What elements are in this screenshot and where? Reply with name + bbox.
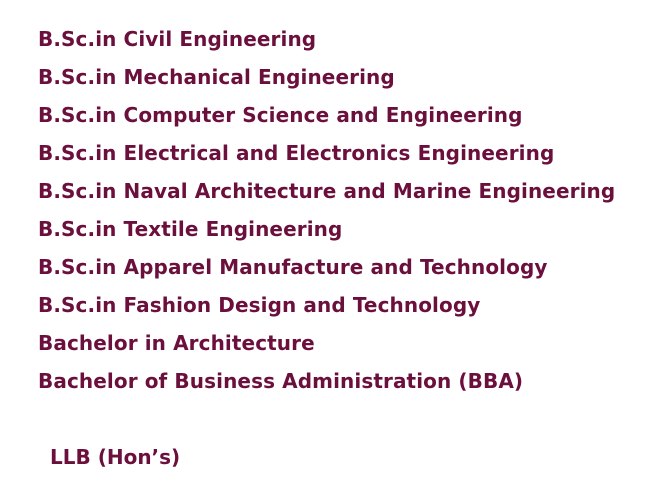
program-item-architecture[interactable]: Bachelor in Architecture [38,330,615,368]
program-list: B.Sc.in Civil Engineering B.Sc.in Mechan… [38,26,615,406]
program-label[interactable]: B.Sc.in Fashion Design and Technology [38,293,480,317]
program-label[interactable]: Bachelor in Architecture [38,331,315,355]
program-item-cse[interactable]: B.Sc.in Computer Science and Engineering [38,102,615,140]
program-item-mechanical[interactable]: B.Sc.in Mechanical Engineering [38,64,615,102]
program-item-bba[interactable]: Bachelor of Business Administration (BBA… [38,368,615,406]
program-item-fashion[interactable]: B.Sc.in Fashion Design and Technology [38,292,615,330]
program-item-civil[interactable]: B.Sc.in Civil Engineering [38,26,615,64]
program-label[interactable]: LLB (Hon’s) [50,445,180,469]
program-item-textile[interactable]: B.Sc.in Textile Engineering [38,216,615,254]
program-label[interactable]: Bachelor of Business Administration (BBA… [38,369,523,393]
program-label[interactable]: B.Sc.in Apparel Manufacture and Technolo… [38,255,548,279]
program-label[interactable]: B.Sc.in Mechanical Engineering [38,65,395,89]
program-label[interactable]: B.Sc.in Computer Science and Engineering [38,103,523,127]
program-label[interactable]: B.Sc.in Naval Architecture and Marine En… [38,179,615,203]
program-item-llb[interactable]: LLB (Hon’s) [50,444,180,470]
program-label[interactable]: B.Sc.in Electrical and Electronics Engin… [38,141,554,165]
program-label[interactable]: B.Sc.in Textile Engineering [38,217,342,241]
program-item-apparel[interactable]: B.Sc.in Apparel Manufacture and Technolo… [38,254,615,292]
program-item-naval[interactable]: B.Sc.in Naval Architecture and Marine En… [38,178,615,216]
program-item-eee[interactable]: B.Sc.in Electrical and Electronics Engin… [38,140,615,178]
program-label[interactable]: B.Sc.in Civil Engineering [38,27,316,51]
